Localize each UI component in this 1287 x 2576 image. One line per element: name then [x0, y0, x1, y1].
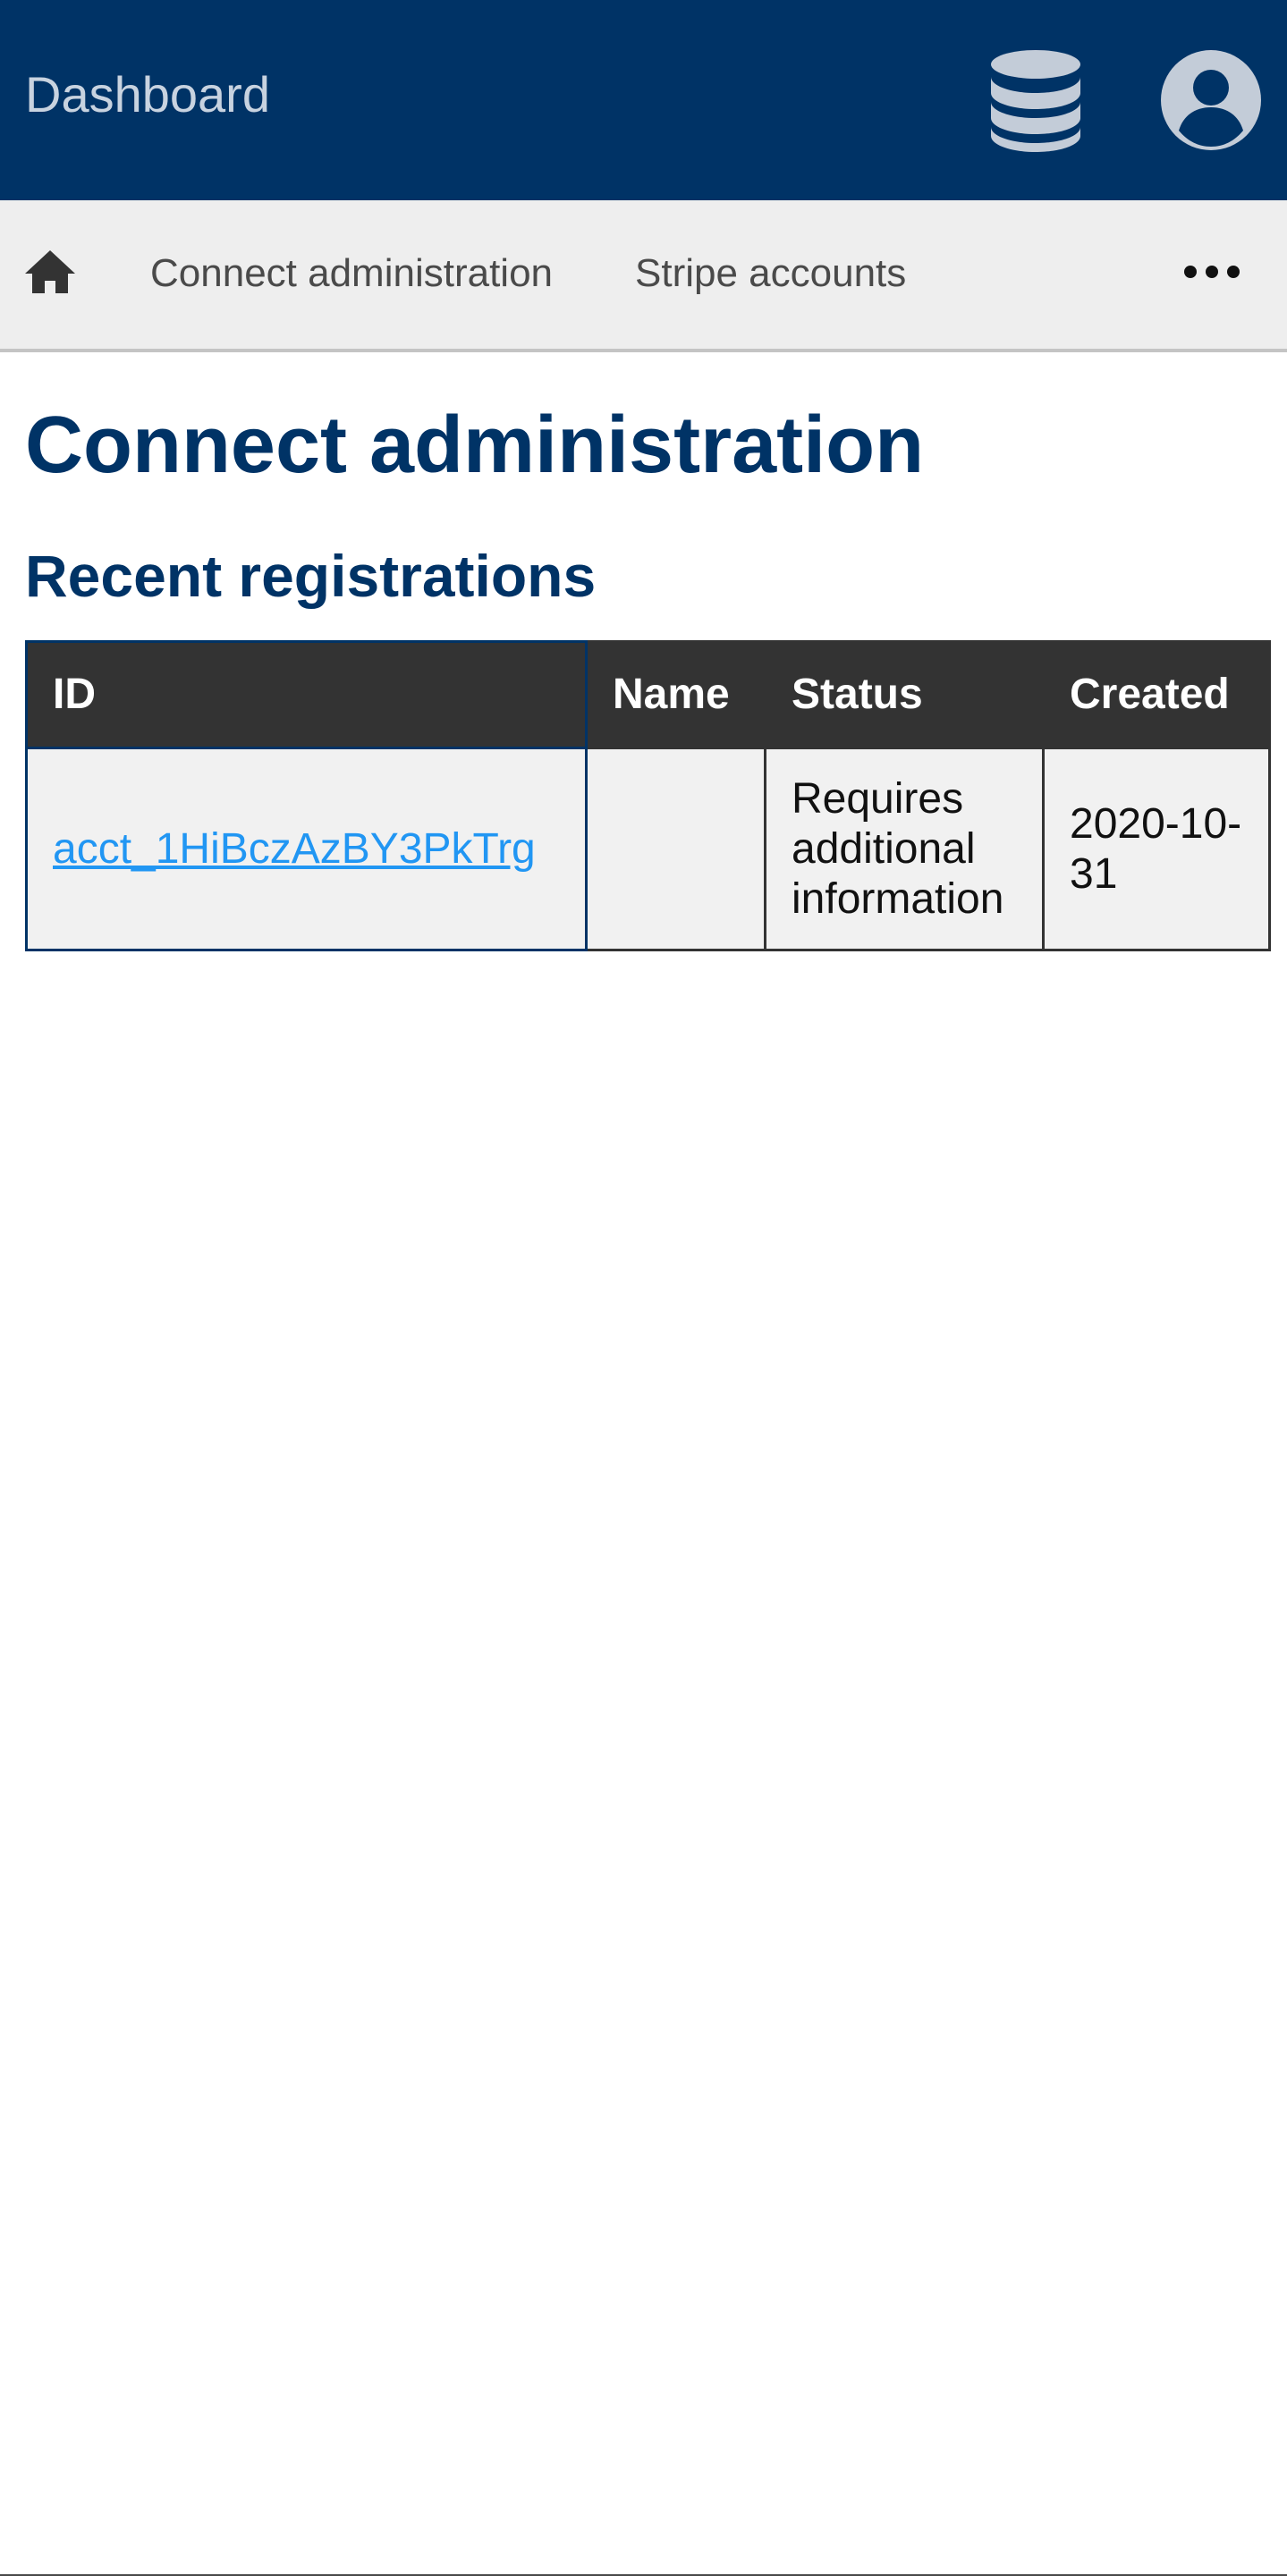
- home-icon[interactable]: [23, 245, 77, 299]
- nav-item-connect-administration[interactable]: Connect administration: [150, 250, 553, 297]
- cell-created: 2020-10-31: [1042, 747, 1271, 951]
- table-row: acct_1HiBczAzBY3PkTrg Requires additiona…: [25, 747, 1271, 951]
- account-id-link[interactable]: acct_1HiBczAzBY3PkTrg: [53, 825, 536, 873]
- column-header-created: Created: [1042, 640, 1271, 749]
- cell-status: Requires additional information: [764, 747, 1045, 951]
- cell-id: acct_1HiBczAzBY3PkTrg: [25, 747, 588, 951]
- secondary-nav: Connect administration Stripe accounts: [0, 200, 1287, 352]
- column-header-id: ID: [25, 640, 588, 749]
- cell-name: [585, 747, 766, 951]
- column-header-status: Status: [764, 640, 1045, 749]
- page-title: Connect administration: [25, 401, 925, 490]
- dashboard-link[interactable]: Dashboard: [25, 66, 270, 123]
- page: Dashboard Connect administration Stripe …: [0, 0, 1287, 2576]
- top-app-bar: Dashboard: [0, 0, 1287, 200]
- nav-item-stripe-accounts[interactable]: Stripe accounts: [635, 250, 906, 297]
- section-title: Recent registrations: [25, 543, 597, 609]
- database-icon[interactable]: [987, 46, 1084, 152]
- registrations-table: ID Name Status Created acct_1HiBczAzBY3P…: [25, 640, 1271, 951]
- more-horizontal-icon[interactable]: [1182, 254, 1241, 290]
- column-header-name: Name: [585, 640, 766, 749]
- user-avatar-icon[interactable]: [1159, 48, 1263, 152]
- table-header-row: ID Name Status Created: [25, 640, 1271, 749]
